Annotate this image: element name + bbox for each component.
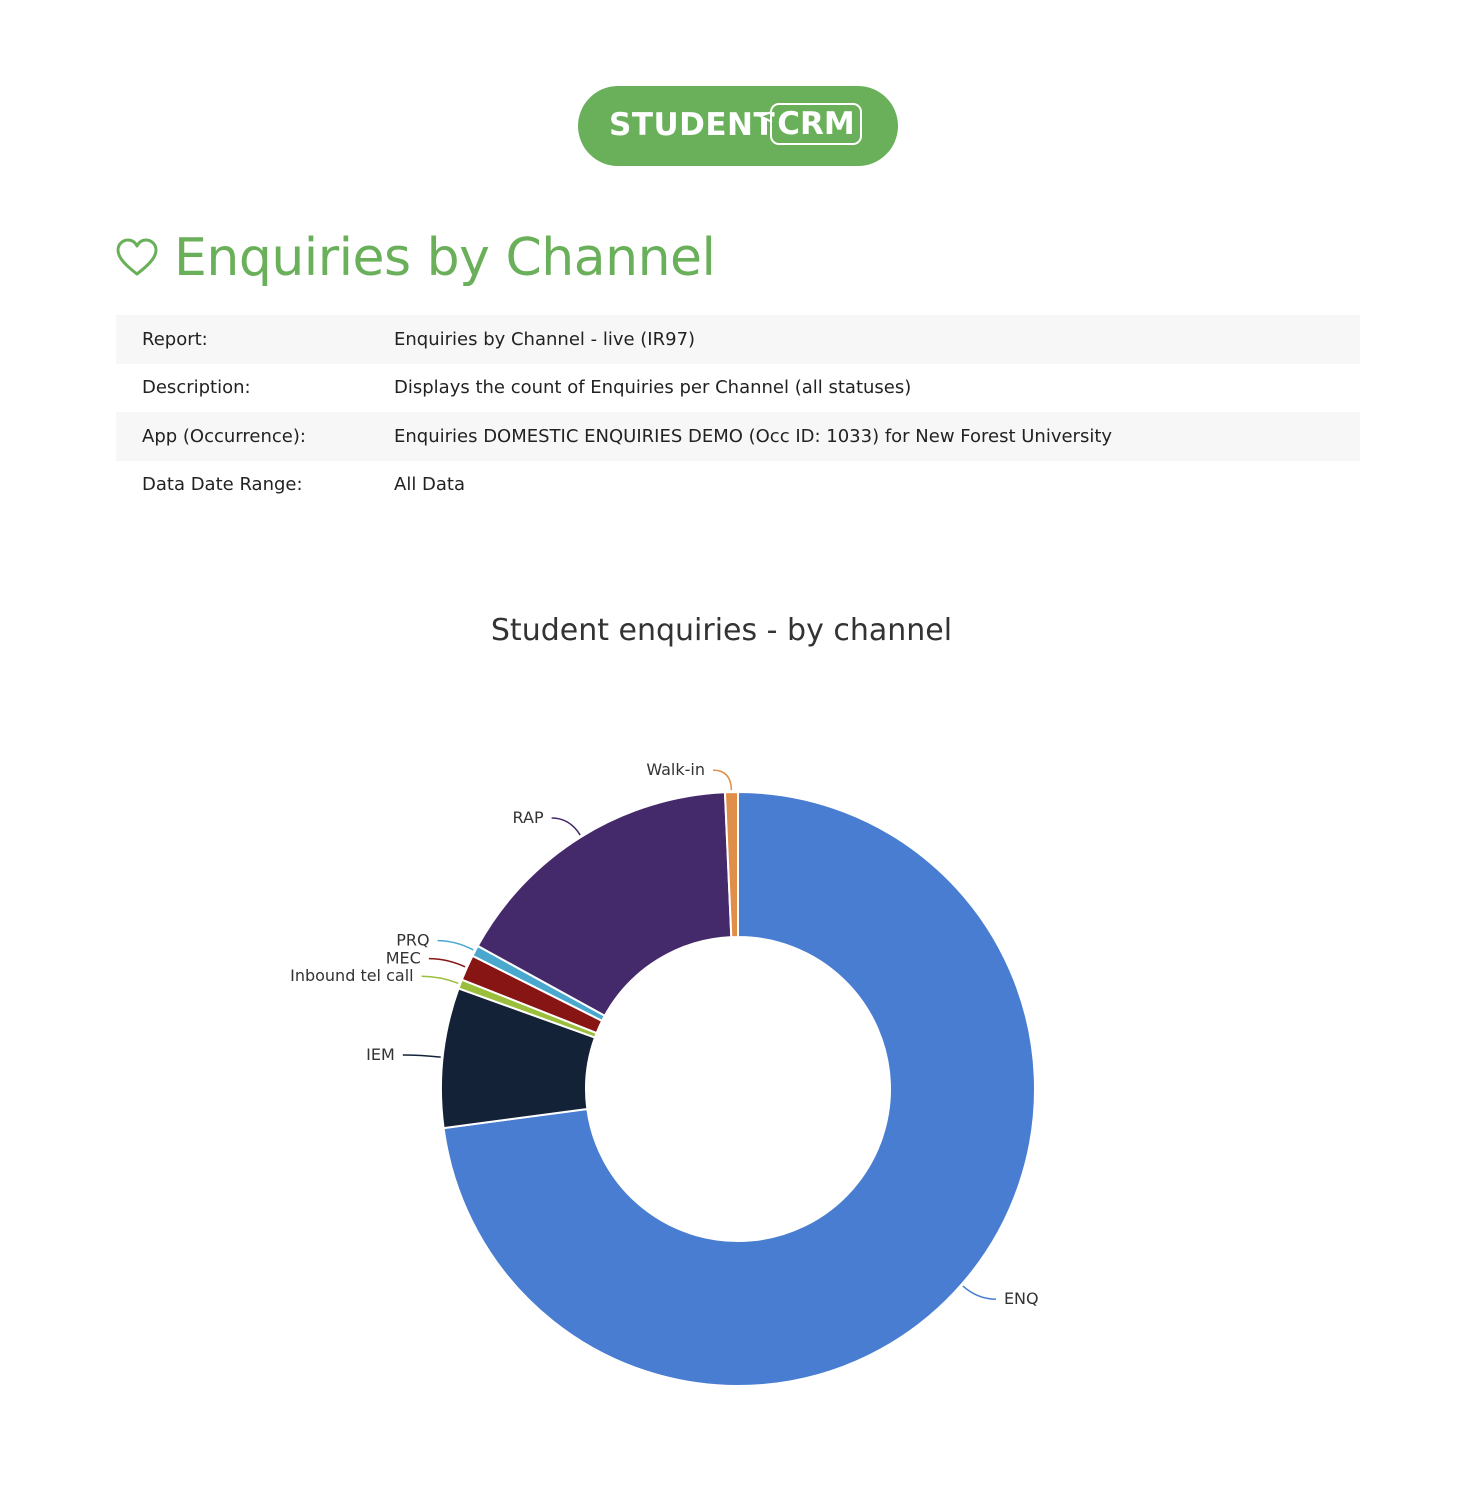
info-key: Data Date Range: bbox=[142, 474, 303, 496]
info-value: All Data bbox=[394, 474, 466, 496]
page-header: Enquiries by Channel bbox=[116, 220, 716, 296]
slice-label-enq: ENQ bbox=[1004, 1289, 1039, 1308]
info-key: App (Occurrence): bbox=[142, 425, 306, 447]
info-value: Enquiries DOMESTIC ENQUIRIES DEMO (Occ I… bbox=[394, 425, 1113, 447]
slice-label-mec: MEC bbox=[386, 949, 421, 968]
slice-label-iem: IEM bbox=[366, 1045, 395, 1064]
slice-label-rap: RAP bbox=[513, 808, 544, 827]
info-key: Report: bbox=[142, 328, 208, 350]
leader-line-mec bbox=[428, 957, 466, 968]
info-row-date-range: Data Date Range: All Data bbox=[116, 461, 1360, 510]
info-value: Enquiries by Channel - live (IR97) bbox=[394, 328, 696, 350]
logo-word-student: STUDENT bbox=[609, 107, 776, 143]
info-row-description: Description: Displays the count of Enqui… bbox=[116, 364, 1360, 413]
leader-line-rap bbox=[551, 817, 581, 836]
info-row-app: App (Occurrence): Enquiries DOMESTIC ENQ… bbox=[116, 412, 1360, 461]
page-title: Enquiries by Channel bbox=[174, 228, 716, 288]
info-row-report: Report: Enquiries by Channel - live (IR9… bbox=[116, 315, 1360, 364]
student-crm-logo: STUDENT CRM bbox=[578, 86, 898, 166]
slice-label-walk-in: Walk-in bbox=[646, 760, 705, 779]
logo-word-crm: CRM bbox=[777, 106, 855, 142]
report-info-table: Report: Enquiries by Channel - live (IR9… bbox=[116, 315, 1360, 509]
leader-line-walk-in bbox=[712, 769, 733, 791]
donut-chart: ENQ IEM Inbound tel callMECPRQ RAP Walk-in bbox=[290, 760, 1039, 1387]
slice-label-inbound-tel-call: Inbound tel call bbox=[290, 966, 413, 985]
leader-line-inbound-tel-call bbox=[421, 975, 459, 985]
info-key: Description: bbox=[142, 377, 251, 399]
leader-line-prq bbox=[437, 939, 474, 951]
leader-line-iem bbox=[402, 1054, 441, 1058]
slice-label-prq: PRQ bbox=[396, 931, 429, 950]
leader-line-enq bbox=[962, 1285, 996, 1300]
logo-speech-bubble: CRM bbox=[770, 103, 862, 145]
chart-title: Student enquiries - by channel bbox=[490, 613, 953, 648]
info-value: Displays the count of Enquiries per Chan… bbox=[394, 377, 912, 399]
heart-icon[interactable] bbox=[116, 238, 158, 278]
